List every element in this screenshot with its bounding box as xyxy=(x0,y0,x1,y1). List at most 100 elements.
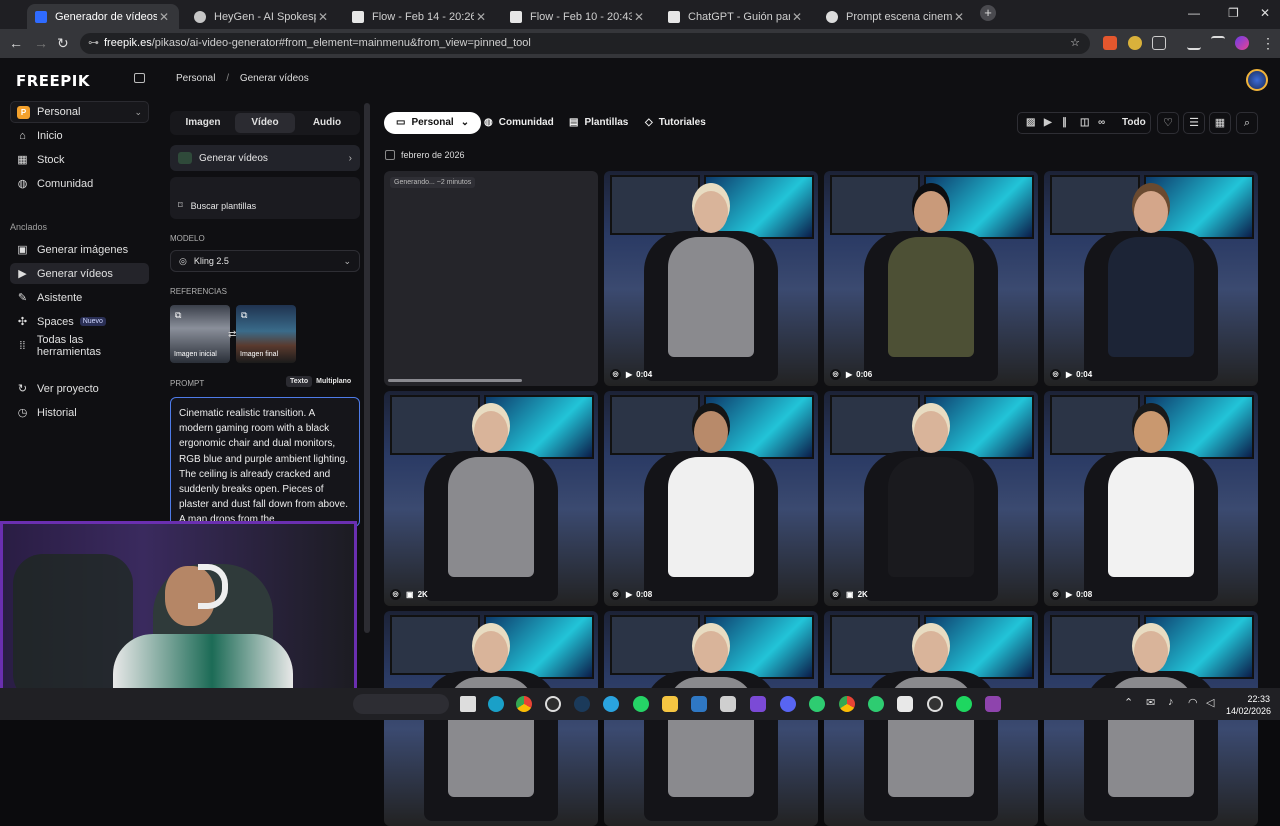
close-window-icon[interactable]: ✕ xyxy=(1260,6,1270,20)
obs-icon[interactable] xyxy=(927,696,943,712)
close-tab-icon[interactable]: ✕ xyxy=(316,10,330,24)
model3d-filter-icon[interactable]: ◫ xyxy=(1080,117,1089,128)
task-view-icon[interactable] xyxy=(460,696,476,712)
wifi-icon[interactable]: ◠ xyxy=(1188,696,1198,709)
discord-icon[interactable] xyxy=(780,696,796,712)
browser-tab-flow-1[interactable]: Flow - Feb 14 - 20:26 ✕ xyxy=(344,4,496,29)
app-icon[interactable] xyxy=(809,696,825,712)
telegram-icon[interactable] xyxy=(603,696,619,712)
tray-chevron-icon[interactable]: ⌃ xyxy=(1124,696,1133,709)
close-tab-icon[interactable]: ✕ xyxy=(632,10,646,24)
system-clock[interactable]: 22:33 14/02/2026 xyxy=(1226,693,1271,717)
templates-filter-button[interactable]: ▤ Plantillas xyxy=(569,112,628,134)
image-filter-icon[interactable]: ▨ xyxy=(1026,117,1035,128)
collapse-sidebar-icon[interactable] xyxy=(134,73,145,83)
prompt-textarea[interactable]: Cinematic realistic transition. A modern… xyxy=(170,397,360,527)
workspace-selector[interactable]: P Personal ⌄ xyxy=(10,101,149,123)
favorites-heart-icon[interactable]: ♡ xyxy=(1157,112,1179,134)
prompt-mode-texto[interactable]: Texto xyxy=(286,376,313,387)
all-filter-button[interactable]: Todo xyxy=(1122,117,1146,128)
outlook-icon[interactable] xyxy=(691,696,707,712)
media-thumbnail[interactable]: ◎ ▣ 2K xyxy=(384,391,598,606)
end-image-reference[interactable]: ⧉ Imagen final xyxy=(236,305,296,363)
xbox-icon[interactable] xyxy=(545,696,561,712)
browser-tab-prompt[interactable]: Prompt escena cinematográfica ✕ xyxy=(818,4,974,29)
app-icon[interactable] xyxy=(956,696,972,712)
edge-icon[interactable] xyxy=(488,696,504,712)
close-tab-icon[interactable]: ✕ xyxy=(474,10,488,24)
sidebar-item-spaces[interactable]: ✣ Spaces Nuevo xyxy=(10,311,149,332)
taskbar-search[interactable] xyxy=(353,694,449,714)
generate-videos-button[interactable]: Generar vídeos › xyxy=(170,145,360,171)
back-icon[interactable]: ← xyxy=(9,35,23,51)
grid-view-icon[interactable]: ▦ xyxy=(1209,112,1231,134)
close-tab-icon[interactable]: ✕ xyxy=(952,10,966,24)
sidebar-item-generar-imagenes[interactable]: ▣ Generar imágenes xyxy=(10,239,149,260)
forward-icon[interactable]: → xyxy=(34,35,48,51)
media-thumbnail[interactable]: ◎ ▶ 0:06 xyxy=(824,171,1038,386)
app-icon[interactable] xyxy=(897,696,913,712)
sidebar-item-generar-videos[interactable]: ▶ Generar vídeos xyxy=(10,263,149,284)
media-thumbnail[interactable]: ◎ ▶ 0:08 xyxy=(1044,391,1258,606)
media-thumbnail[interactable]: ◎ ▶ 0:04 xyxy=(1044,171,1258,386)
browser-tab-heygen[interactable]: HeyGen - AI Spokesperson Vid ✕ xyxy=(186,4,338,29)
generating-placeholder[interactable]: Generando... ~2 minutos xyxy=(384,171,598,386)
video-filter-icon[interactable]: ▶ xyxy=(1044,117,1052,128)
media-control-icon[interactable] xyxy=(1211,36,1225,50)
sidebar-item-inicio[interactable]: ⌂ Inicio xyxy=(10,125,149,146)
media-thumbnail[interactable]: ◎ ▣ 2K xyxy=(824,391,1038,606)
new-tab-button[interactable]: + xyxy=(980,5,996,21)
start-image-reference[interactable]: ⧉ Imagen inicial xyxy=(170,305,230,363)
sidebar-item-comunidad[interactable]: ◍ Comunidad xyxy=(10,173,149,194)
media-thumbnail[interactable]: ◎ ▶ 0:04 xyxy=(604,171,818,386)
extension-icon[interactable] xyxy=(1128,36,1142,50)
site-info-icon[interactable]: ⊶ xyxy=(88,33,99,54)
search-icon[interactable]: ⌕ xyxy=(1236,112,1258,134)
minimize-icon[interactable]: — xyxy=(1188,6,1200,20)
user-avatar[interactable] xyxy=(1246,69,1268,91)
browser-tab-chatgpt[interactable]: ChatGPT - Guión para heygen ✕ xyxy=(660,4,812,29)
store-icon[interactable] xyxy=(720,696,736,712)
select-group-checkbox[interactable] xyxy=(385,150,395,160)
chrome-icon[interactable] xyxy=(516,696,532,712)
community-filter-button[interactable]: ◍ Comunidad xyxy=(484,112,554,134)
tab-imagen[interactable]: Imagen xyxy=(173,113,233,133)
freepik-logo[interactable]: FREEPIK xyxy=(16,72,90,90)
reload-icon[interactable]: ↻ xyxy=(57,35,69,52)
url-field[interactable]: ⊶ freepik.es/pikaso/ai-video-generator#f… xyxy=(80,33,1090,54)
app-icon[interactable] xyxy=(985,696,1001,712)
sidebar-item-stock[interactable]: ▦ Stock xyxy=(10,149,149,170)
app-icon[interactable] xyxy=(868,696,884,712)
filter-settings-icon[interactable]: ☰ xyxy=(1183,112,1205,134)
browser-tab-flow-2[interactable]: Flow - Feb 10 - 20:43 ✕ xyxy=(502,4,654,29)
download-icon[interactable] xyxy=(1187,36,1201,50)
close-tab-icon[interactable]: ✕ xyxy=(790,10,804,24)
tutorials-filter-button[interactable]: ◇ Tutoriales xyxy=(645,112,706,134)
close-tab-icon[interactable]: ✕ xyxy=(157,10,171,24)
microphone-icon[interactable]: ♪ xyxy=(1168,696,1174,708)
steam-icon[interactable] xyxy=(574,696,590,712)
sidebar-item-todas-herramientas[interactable]: ⁞⁞ Todas las herramientas xyxy=(10,334,149,358)
media-thumbnail[interactable]: ◎ ▶ 0:08 xyxy=(604,391,818,606)
breadcrumb-personal[interactable]: Personal xyxy=(176,73,215,84)
search-templates-button[interactable]: ⌑ Buscar plantillas xyxy=(178,200,256,211)
panel-scrollbar[interactable] xyxy=(364,103,370,633)
notifications-icon[interactable]: ✉ xyxy=(1146,696,1155,709)
tab-video[interactable]: Vídeo xyxy=(235,113,295,133)
extension-icon[interactable] xyxy=(1103,36,1117,50)
browser-tab-freepik[interactable]: Generador de vídeos | Freepik ✕ xyxy=(27,4,179,29)
browser-menu-icon[interactable]: ⋮ xyxy=(1261,35,1275,52)
prompt-mode-multiplano[interactable]: Multiplano xyxy=(312,376,355,387)
sidebar-item-historial[interactable]: ◷ Historial xyxy=(10,402,149,423)
maximize-icon[interactable]: ❐ xyxy=(1228,6,1239,20)
audio-filter-icon[interactable]: ∥ xyxy=(1062,117,1067,128)
profile-avatar-icon[interactable] xyxy=(1235,36,1249,50)
chrome-icon[interactable] xyxy=(839,696,855,712)
extensions-puzzle-icon[interactable] xyxy=(1152,36,1166,50)
sidebar-item-ver-proyecto[interactable]: ↻ Ver proyecto xyxy=(10,378,149,399)
tab-audio[interactable]: Audio xyxy=(297,113,357,133)
bookmark-star-icon[interactable]: ☆ xyxy=(1070,33,1080,54)
link-filter-icon[interactable]: ∞ xyxy=(1098,117,1105,128)
file-explorer-icon[interactable] xyxy=(662,696,678,712)
model-selector[interactable]: ◎ Kling 2.5 ⌄ xyxy=(170,250,360,272)
